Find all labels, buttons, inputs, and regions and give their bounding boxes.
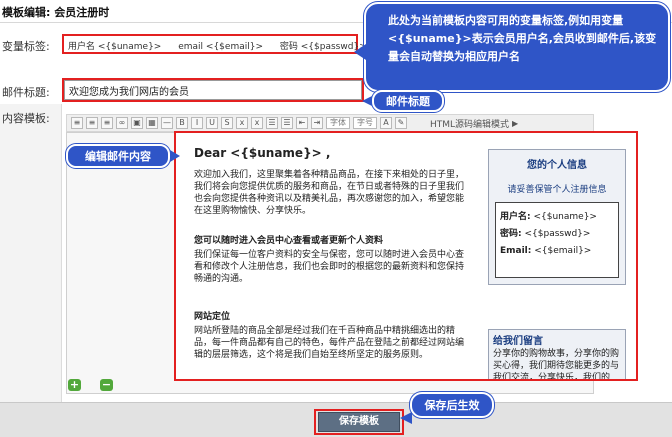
message-text: 分享你的购物故事，分享你的购买心得，我们期待您能更多的与我们交流，分享快乐，我们… [493,349,620,381]
doc-greeting: Dear <{$uname}> , [194,146,331,160]
message-title: 给我们留言 [493,336,543,347]
size-select[interactable]: 字号 [353,117,377,129]
doc-intro: 欢迎加入我们，这里聚集着各种精品商品，在接下来相处的日子里，我们将会向您提供优质… [194,170,465,216]
editor-document[interactable]: Dear <{$uname}> , 欢迎加入我们，这里聚集着各种精品商品，在接下… [174,131,638,381]
chevron-right-icon: ▶ [512,118,519,128]
info-field-email: Email: <{$email}> [500,246,592,256]
enlarge-editor-button[interactable]: + [68,379,81,391]
image-icon[interactable]: ▣ [131,117,143,129]
callout-tail [170,150,180,162]
variables-label: 变量标签: [2,40,50,53]
callout-subject: 邮件标题 [372,90,444,112]
info-link[interactable]: 请妥善保管个人注册信息 [489,182,625,195]
callout-tail [362,96,372,106]
bold-icon[interactable]: B [176,117,188,129]
align-right-icon[interactable]: ≡ [101,117,113,129]
callout-save: 保存后生效 [410,392,494,418]
doc-section2-text: 网站所登陆的商品全部是经过我们在千百种商品中精挑细选出的精品，每一件商品都有自己… [194,326,465,360]
underline-icon[interactable]: U [206,117,218,129]
shrink-editor-button[interactable]: − [100,379,113,391]
doc-section1-text: 我们保证每一位客户资料的安全与保密，您可以随时进入会员中心查看和修改个人注册信息… [194,250,465,284]
align-center-icon[interactable]: ≡ [86,117,98,129]
callout-tail [354,44,366,60]
callout-editor: 编辑邮件内容 [66,144,170,168]
doc-section1-title: 您可以随时进入会员中心查看或者更新个人资料 [194,236,384,246]
superscript-icon[interactable]: x [251,117,263,129]
html-source-toggle[interactable]: HTML源码编辑模式 [430,117,509,130]
save-template-button[interactable]: 保存模板 [318,412,400,432]
italic-icon[interactable]: I [191,117,203,129]
message-box: 给我们留言 分享你的购物故事，分享你的购买心得，我们期待您能更多的与我们交流，分… [488,329,626,381]
doc-section2-title: 网站定位 [194,312,231,322]
outdent-icon[interactable]: ⇤ [296,117,308,129]
info-title: 您的个人信息 [527,160,587,171]
var-email: email <{$email}> [178,42,263,52]
variables-box: 用户名 <{$uname}> email <{$email}> 密码 <{$pa… [62,34,367,54]
info-field-passwd: 密码: <{$passwd}> [500,229,591,239]
page-title: 模板编辑: 会员注册时 [2,6,110,19]
var-uname: 用户名 <{$uname}> [68,42,162,52]
doc-body: Dear <{$uname}> , 欢迎加入我们，这里聚集着各种精品商品，在接下… [194,147,470,361]
unordered-list-icon[interactable]: ☰ [281,117,293,129]
callout-variables: 此处为当前模板内容可用的变量标签,例如用变量<{$uname}>表示会员用户名,… [364,2,670,92]
font-select[interactable]: 字体 [326,117,350,129]
subscript-icon[interactable]: x [236,117,248,129]
subject-input[interactable] [64,80,362,100]
info-box: 您的个人信息 请妥善保管个人注册信息 用户名: <{$uname}> 密码: <… [488,149,626,285]
link-icon[interactable]: ∞ [116,117,128,129]
info-field-uname: 用户名: <{$uname}> [500,212,597,222]
rule-icon[interactable]: — [161,117,173,129]
clear-format-icon[interactable]: ✎ [395,117,407,129]
ordered-list-icon[interactable]: ☰ [266,117,278,129]
callout-tail [400,412,412,424]
align-left-icon[interactable]: ≡ [71,117,83,129]
indent-icon[interactable]: ⇥ [311,117,323,129]
font-color-icon[interactable]: A [380,117,392,129]
editor-toolbar: ≡ ≡ ≡ ∞ ▣ ▦ — B I U S x x ☰ ☰ ⇤ ⇥ 字体 字号 … [66,114,594,132]
strike-icon[interactable]: S [221,117,233,129]
info-fields: 用户名: <{$uname}> 密码: <{$passwd}> Email: <… [495,202,619,278]
content-label: 内容模板: [2,112,50,125]
table-icon[interactable]: ▦ [146,117,158,129]
subject-label: 邮件标题: [2,86,50,99]
label-column [0,104,62,404]
